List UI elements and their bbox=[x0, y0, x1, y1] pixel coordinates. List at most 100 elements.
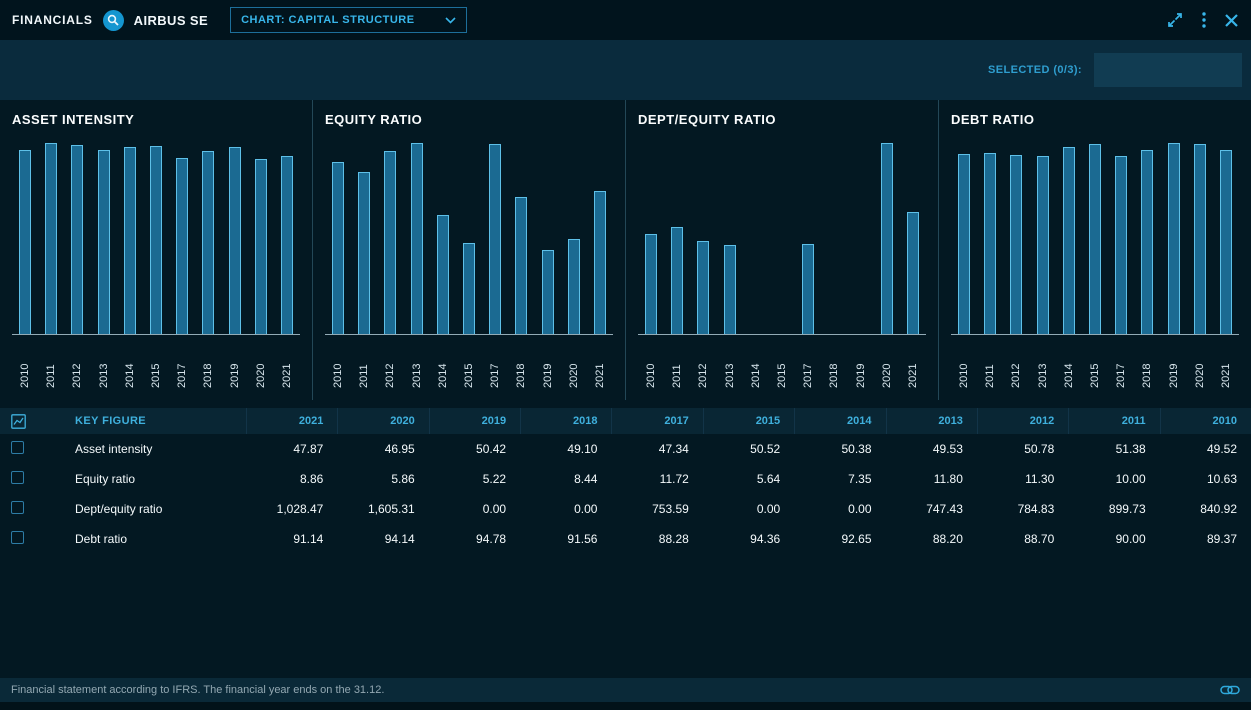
year-column-header[interactable]: 2014 bbox=[794, 408, 885, 434]
bar-2018[interactable] bbox=[202, 151, 214, 334]
year-column-header[interactable]: 2017 bbox=[611, 408, 702, 434]
bar-2017[interactable] bbox=[1115, 156, 1127, 334]
year-column-header[interactable]: 2015 bbox=[703, 408, 794, 434]
expand-icon[interactable] bbox=[1166, 11, 1184, 29]
bar-2020[interactable] bbox=[881, 143, 893, 334]
year-column-header[interactable]: 2018 bbox=[520, 408, 611, 434]
link-icon[interactable] bbox=[1220, 684, 1240, 696]
year-column-header[interactable]: 2010 bbox=[1160, 408, 1251, 434]
x-axis-label: 2015 bbox=[146, 340, 166, 388]
bar-2012[interactable] bbox=[697, 241, 709, 334]
row-checkbox[interactable] bbox=[11, 471, 24, 484]
x-axis-label: 2014 bbox=[746, 340, 766, 388]
table-cell: 49.53 bbox=[886, 442, 977, 456]
bar-2013[interactable] bbox=[1037, 156, 1049, 334]
bar-slot bbox=[538, 143, 558, 334]
x-axis-label: 2017 bbox=[485, 340, 505, 388]
kebab-menu-icon[interactable] bbox=[1202, 12, 1206, 28]
bar-2011[interactable] bbox=[45, 143, 57, 334]
bar-slot bbox=[380, 143, 400, 334]
bar-2018[interactable] bbox=[515, 197, 527, 334]
bar-2021[interactable] bbox=[594, 191, 606, 334]
bar-2020[interactable] bbox=[568, 239, 580, 334]
x-axis-label: 2011 bbox=[980, 340, 1000, 388]
bar-2015[interactable] bbox=[463, 243, 475, 334]
bar-slot bbox=[1137, 143, 1157, 334]
chart-icon[interactable] bbox=[11, 414, 26, 429]
bar-2011[interactable] bbox=[984, 153, 996, 334]
table-cell: 88.28 bbox=[611, 532, 702, 546]
chart-type-dropdown[interactable]: CHART: CAPITAL STRUCTURE bbox=[230, 7, 467, 33]
selected-items-box[interactable] bbox=[1094, 53, 1242, 87]
bar-2017[interactable] bbox=[176, 158, 188, 334]
bar-slot bbox=[851, 143, 871, 334]
table-cell: 94.78 bbox=[429, 532, 520, 546]
bar-2012[interactable] bbox=[384, 151, 396, 334]
bar-2014[interactable] bbox=[1063, 147, 1075, 334]
bar-slot bbox=[1190, 143, 1210, 334]
bar-2015[interactable] bbox=[1089, 144, 1101, 334]
bar-slot bbox=[225, 143, 245, 334]
bar-2010[interactable] bbox=[645, 234, 657, 334]
x-axis-label: 2018 bbox=[511, 340, 531, 388]
table-cell: 0.00 bbox=[520, 502, 611, 516]
app-title: FINANCIALS bbox=[12, 13, 93, 27]
bar-2013[interactable] bbox=[98, 150, 110, 334]
row-checkbox[interactable] bbox=[11, 501, 24, 514]
x-axis-label: 2010 bbox=[641, 340, 661, 388]
bar-2010[interactable] bbox=[19, 150, 31, 334]
bar-slot bbox=[1033, 143, 1053, 334]
bar-2020[interactable] bbox=[1194, 144, 1206, 334]
year-column-header[interactable]: 2012 bbox=[977, 408, 1068, 434]
row-label: Asset intensity bbox=[66, 442, 246, 456]
topbar: FINANCIALS AIRBUS SE CHART: CAPITAL STRU… bbox=[0, 0, 1251, 40]
bar-2012[interactable] bbox=[1010, 155, 1022, 334]
year-column-header[interactable]: 2011 bbox=[1068, 408, 1159, 434]
bar-2010[interactable] bbox=[958, 154, 970, 334]
table-cell: 46.95 bbox=[337, 442, 428, 456]
bar-2011[interactable] bbox=[358, 172, 370, 334]
bar-2021[interactable] bbox=[1220, 150, 1232, 334]
bar-2019[interactable] bbox=[542, 250, 554, 334]
bar-2017[interactable] bbox=[802, 244, 814, 334]
bar-2013[interactable] bbox=[724, 245, 736, 334]
x-axis-label: 2014 bbox=[120, 340, 140, 388]
table-cell: 92.65 bbox=[794, 532, 885, 546]
bar-2018[interactable] bbox=[1141, 150, 1153, 335]
bar-2010[interactable] bbox=[332, 162, 344, 334]
x-axis-label: 2021 bbox=[590, 340, 610, 388]
table-cell: 90.00 bbox=[1068, 532, 1159, 546]
bar-slot bbox=[433, 143, 453, 334]
bar-2015[interactable] bbox=[150, 146, 162, 334]
bar-2021[interactable] bbox=[281, 156, 293, 334]
x-axis-label: 2012 bbox=[380, 340, 400, 388]
x-axis-label: 2018 bbox=[1137, 340, 1157, 388]
bar-2021[interactable] bbox=[907, 212, 919, 334]
x-axis-label: 2010 bbox=[328, 340, 348, 388]
year-column-header[interactable]: 2020 bbox=[337, 408, 428, 434]
bar-2019[interactable] bbox=[1168, 143, 1180, 334]
x-axis-label: 2011 bbox=[354, 340, 374, 388]
bar-2013[interactable] bbox=[411, 143, 423, 334]
bar-2020[interactable] bbox=[255, 159, 267, 334]
bar-2014[interactable] bbox=[124, 147, 136, 334]
close-icon[interactable] bbox=[1224, 13, 1239, 28]
row-checkbox[interactable] bbox=[11, 441, 24, 454]
row-checkbox[interactable] bbox=[11, 531, 24, 544]
x-axis-label: 2014 bbox=[433, 340, 453, 388]
table-cell: 10.63 bbox=[1160, 472, 1251, 486]
year-column-header[interactable]: 2019 bbox=[429, 408, 520, 434]
bar-2019[interactable] bbox=[229, 147, 241, 334]
x-axis-label: 2021 bbox=[903, 340, 923, 388]
table-cell: 753.59 bbox=[611, 502, 702, 516]
year-column-header[interactable]: 2013 bbox=[886, 408, 977, 434]
x-axis-label: 2011 bbox=[41, 340, 61, 388]
key-figure-table: KEY FIGURE 20212020201920182017201520142… bbox=[0, 408, 1251, 554]
x-axis-label: 2019 bbox=[225, 340, 245, 388]
bar-2017[interactable] bbox=[489, 144, 501, 334]
bar-2011[interactable] bbox=[671, 227, 683, 334]
search-icon[interactable] bbox=[103, 10, 124, 31]
bar-2014[interactable] bbox=[437, 215, 449, 334]
year-column-header[interactable]: 2021 bbox=[246, 408, 337, 434]
bar-2012[interactable] bbox=[71, 145, 83, 334]
